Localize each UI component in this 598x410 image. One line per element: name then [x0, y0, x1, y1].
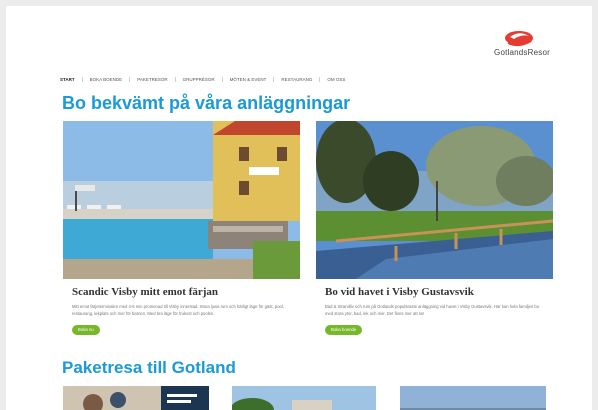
hotel-photo-seaside[interactable] [316, 121, 553, 279]
section-heading-accommodation: Bo bekvämt på våra anläggningar [62, 93, 351, 113]
package-thumb-3[interactable] [400, 386, 546, 410]
nav-moten-event[interactable]: Möten & event [221, 76, 274, 82]
logo-mark-icon [505, 31, 533, 47]
nav-boka-boende[interactable]: Boka boende [81, 76, 130, 82]
book-now-button[interactable]: Boka nu [72, 325, 100, 335]
gotlandsresor-logo[interactable]: GotlandsResor [482, 26, 562, 66]
hotel-title-gustavsvik[interactable]: Bo vid havet i Visby Gustavsvik [325, 286, 474, 298]
main-nav: Start Boka boende Paketresor Grupprésor … [60, 74, 352, 84]
hotel-desc-gustavsvik: Bad & Strandliv och rum på Gotlands popu… [325, 304, 540, 316]
page: GotlandsResor Start Boka boende Paketres… [6, 6, 592, 410]
nav-start[interactable]: Start [60, 77, 82, 82]
hotel-desc-scandic: Mitt emot färjeterminalen med 4-5 min pr… [72, 304, 284, 316]
book-accommodation-button[interactable]: Boka boende [325, 325, 363, 335]
section-heading-packages: Paketresa till Gotland [62, 358, 236, 377]
package-thumb-1[interactable] [63, 386, 209, 410]
nav-gruppresor[interactable]: Grupprésor [174, 76, 222, 82]
logo-text: GotlandsResor [494, 48, 550, 57]
hotel-title-scandic[interactable]: Scandic Visby mitt emot färjan [72, 286, 218, 298]
hotel-photo-pool[interactable] [63, 121, 300, 279]
nav-restaurang[interactable]: Restaurang [273, 76, 319, 82]
nav-paketresor[interactable]: Paketresor [129, 76, 174, 82]
nav-om-oss[interactable]: Om oss [319, 76, 352, 82]
package-thumb-2[interactable] [232, 386, 376, 410]
